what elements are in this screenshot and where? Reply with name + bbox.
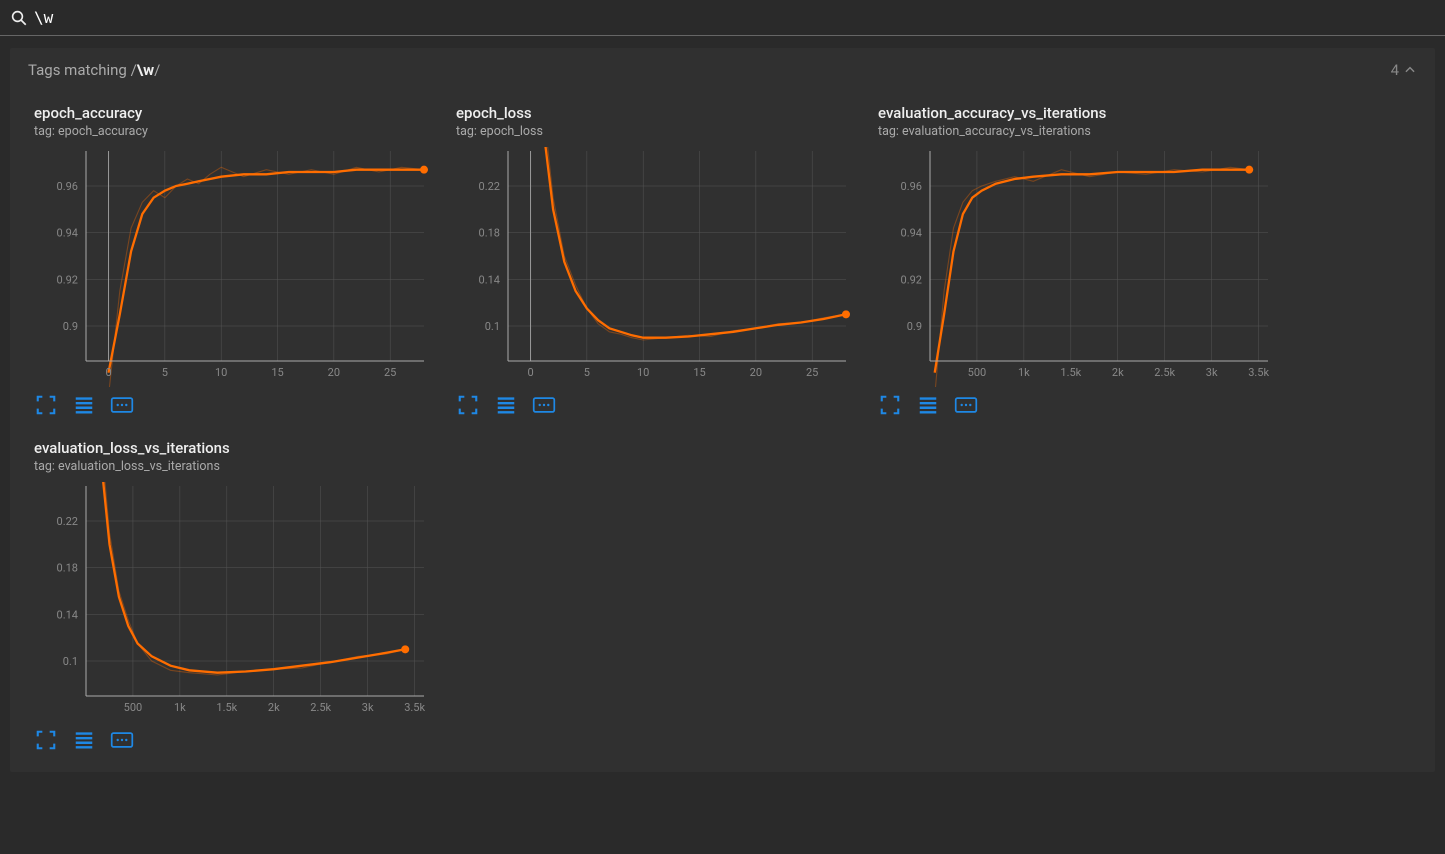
group-title: Tags matching /\w/ bbox=[28, 61, 160, 79]
svg-text:0.14: 0.14 bbox=[57, 608, 78, 621]
chart-card: evaluation_loss_vs_iterations tag: evalu… bbox=[34, 439, 434, 752]
toggle-y-log-icon[interactable] bbox=[72, 393, 96, 417]
svg-text:20: 20 bbox=[750, 366, 762, 379]
chart-tag: tag: epoch_loss bbox=[456, 124, 856, 139]
expand-icon[interactable] bbox=[878, 393, 902, 417]
svg-text:1.5k: 1.5k bbox=[1060, 366, 1081, 379]
fit-domain-icon[interactable] bbox=[110, 393, 134, 417]
svg-text:5: 5 bbox=[584, 366, 590, 379]
chart-card: epoch_accuracy tag: epoch_accuracy 0 5 10 1… bbox=[34, 104, 434, 417]
svg-text:2.5k: 2.5k bbox=[310, 701, 331, 714]
chart-card: evaluation_accuracy_vs_iterations tag: e… bbox=[878, 104, 1278, 417]
svg-text:15: 15 bbox=[693, 366, 705, 379]
chart-tag: tag: evaluation_loss_vs_iterations bbox=[34, 459, 434, 474]
toggle-y-log-icon[interactable] bbox=[494, 393, 518, 417]
svg-text:0.14: 0.14 bbox=[479, 273, 500, 286]
svg-text:10: 10 bbox=[215, 366, 227, 379]
svg-text:0.96: 0.96 bbox=[901, 180, 922, 193]
svg-text:3.5k: 3.5k bbox=[404, 701, 425, 714]
fit-domain-icon[interactable] bbox=[110, 728, 134, 752]
svg-text:0.22: 0.22 bbox=[479, 180, 500, 193]
chart-toolbar bbox=[34, 393, 434, 417]
expand-icon[interactable] bbox=[456, 393, 480, 417]
svg-text:1k: 1k bbox=[174, 701, 186, 714]
svg-text:2k: 2k bbox=[268, 701, 280, 714]
toggle-y-log-icon[interactable] bbox=[72, 728, 96, 752]
search-bar bbox=[0, 0, 1445, 36]
svg-text:0.94: 0.94 bbox=[57, 227, 78, 240]
svg-text:0: 0 bbox=[105, 366, 111, 379]
svg-text:1.5k: 1.5k bbox=[216, 701, 237, 714]
svg-text:0.18: 0.18 bbox=[57, 562, 78, 575]
svg-text:10: 10 bbox=[637, 366, 649, 379]
chevron-up-icon bbox=[1403, 63, 1417, 77]
toggle-y-log-icon[interactable] bbox=[916, 393, 940, 417]
chart-toolbar bbox=[878, 393, 1278, 417]
chart-title: epoch_accuracy bbox=[34, 104, 434, 122]
svg-text:0.92: 0.92 bbox=[57, 273, 78, 286]
svg-text:0.9: 0.9 bbox=[907, 320, 922, 333]
svg-text:20: 20 bbox=[328, 366, 340, 379]
expand-icon[interactable] bbox=[34, 728, 58, 752]
group-header[interactable]: Tags matching /\w/ 4 bbox=[10, 48, 1435, 92]
svg-text:0.96: 0.96 bbox=[57, 180, 78, 193]
fit-domain-icon[interactable] bbox=[532, 393, 556, 417]
chart-plot[interactable]: 0 5 10 15 20 25 0.1 0.14 0.18 0.22 bbox=[456, 147, 856, 387]
svg-text:3.5k: 3.5k bbox=[1248, 366, 1269, 379]
chart-title: evaluation_accuracy_vs_iterations bbox=[878, 104, 1278, 122]
svg-text:25: 25 bbox=[806, 366, 818, 379]
svg-text:500: 500 bbox=[124, 701, 143, 714]
search-input[interactable] bbox=[34, 8, 1435, 27]
chart-title: evaluation_loss_vs_iterations bbox=[34, 439, 434, 457]
chart-toolbar bbox=[34, 728, 434, 752]
svg-text:0.22: 0.22 bbox=[57, 515, 78, 528]
svg-text:2k: 2k bbox=[1112, 366, 1124, 379]
svg-text:1k: 1k bbox=[1018, 366, 1030, 379]
svg-text:0.92: 0.92 bbox=[901, 273, 922, 286]
chart-plot[interactable]: 500 1k 1.5k 2k 2.5k 3k 3.5k 0.9 0.92 0.94 0.96 bbox=[878, 147, 1278, 387]
svg-text:25: 25 bbox=[384, 366, 396, 379]
chart-tag: tag: evaluation_accuracy_vs_iterations bbox=[878, 124, 1278, 139]
chart-title: epoch_loss bbox=[456, 104, 856, 122]
svg-text:0.18: 0.18 bbox=[479, 227, 500, 240]
chart-plot[interactable]: 500 1k 1.5k 2k 2.5k 3k 3.5k 0.1 0.14 0.18 0.22 bbox=[34, 482, 434, 722]
svg-text:0: 0 bbox=[527, 366, 533, 379]
svg-text:500: 500 bbox=[968, 366, 987, 379]
svg-text:0.9: 0.9 bbox=[63, 320, 78, 333]
group-count: 4 bbox=[1391, 61, 1417, 79]
chart-tag: tag: epoch_accuracy bbox=[34, 124, 434, 139]
svg-text:3k: 3k bbox=[1206, 366, 1218, 379]
chart-toolbar bbox=[456, 393, 856, 417]
chart-plot[interactable]: 0 5 10 15 20 25 0.9 0.92 0.94 0.96 bbox=[34, 147, 434, 387]
svg-text:2.5k: 2.5k bbox=[1154, 366, 1175, 379]
svg-text:15: 15 bbox=[271, 366, 283, 379]
tag-group: Tags matching /\w/ 4 epoch_accuracy tag:… bbox=[10, 48, 1435, 772]
svg-text:0.1: 0.1 bbox=[63, 655, 78, 668]
expand-icon[interactable] bbox=[34, 393, 58, 417]
search-icon bbox=[10, 9, 28, 27]
svg-text:3k: 3k bbox=[362, 701, 374, 714]
svg-text:0.94: 0.94 bbox=[901, 227, 922, 240]
svg-text:5: 5 bbox=[162, 366, 168, 379]
svg-text:0.1: 0.1 bbox=[485, 320, 500, 333]
chart-card: epoch_loss tag: epoch_loss 0 5 10 15 20 25 0.1… bbox=[456, 104, 856, 417]
fit-domain-icon[interactable] bbox=[954, 393, 978, 417]
